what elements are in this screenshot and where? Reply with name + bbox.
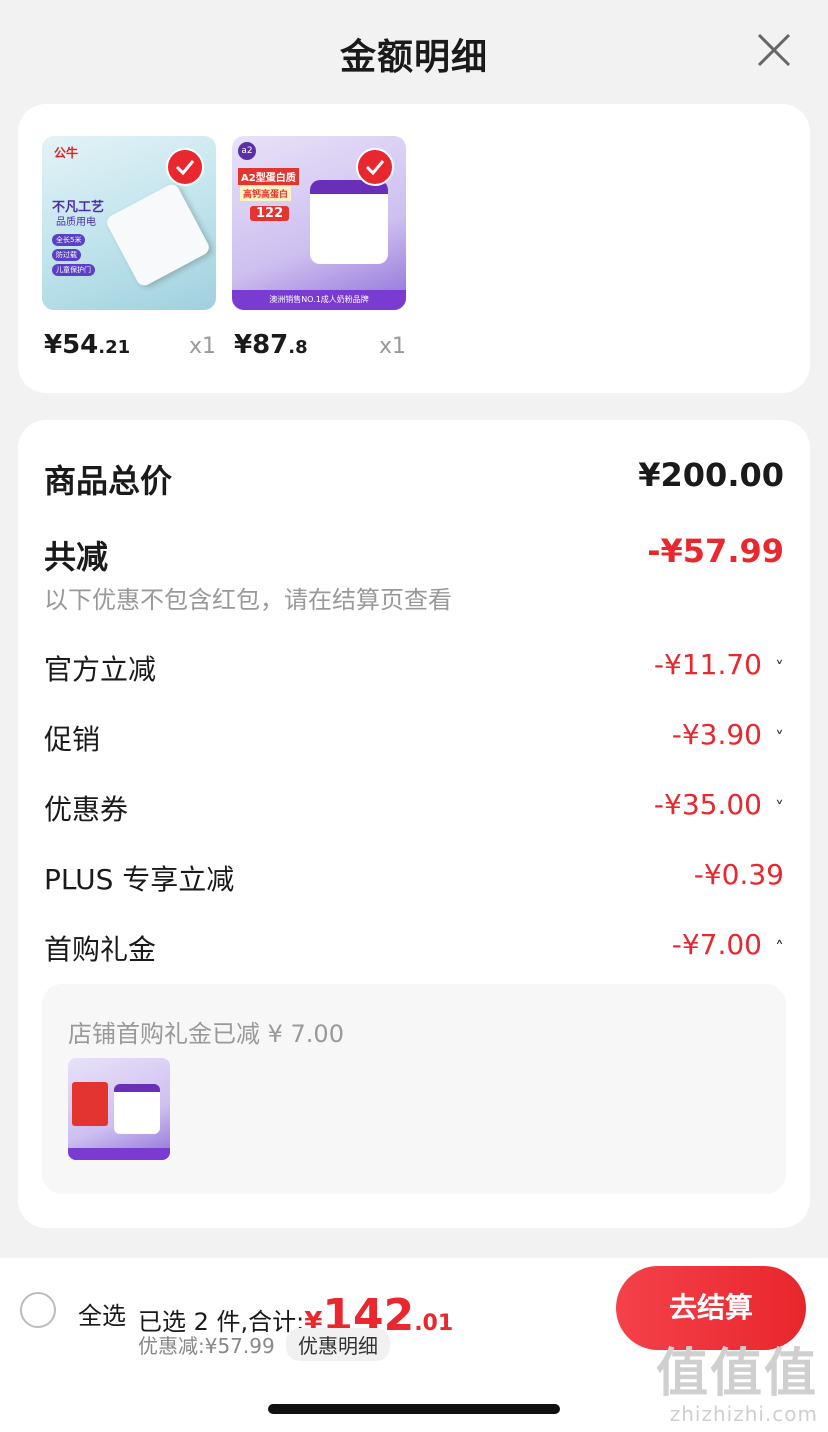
products-card: 公牛 不凡工艺 品质用电 全长5米 防过载 儿童保护门 ¥54.21 x1 a2… [18,104,810,393]
total-price-value: ¥200.00 [638,456,784,494]
discount-label: 优惠券 [44,793,129,826]
discount-value: -¥0.39 [693,858,784,891]
sheet-title: 金额明细 [339,37,488,78]
total-reduce-value: -¥57.99 [647,532,784,570]
promo-tag: 全长5米 [52,234,86,246]
checkout-bar: 全选 已选 2 件,合计:¥142.01 优惠减:¥57.99 优惠明细 去结算… [0,1258,828,1432]
discount-label: 促销 [44,723,101,756]
milk-can-graphic [310,180,388,264]
discount-value: -¥35.00 ˅ [653,788,784,821]
gift-product-image [68,1058,170,1160]
sheet-header: 金额明细 [0,0,828,100]
amount-detail-sheet: 金额明细 公牛 不凡工艺 品质用电 全长5米 防过载 儿童保护门 ¥54.21 … [0,0,828,1258]
price-details-card: 商品总价 ¥200.00 共减 -¥57.99 以下优惠不包含红包，请在结算页查… [18,420,810,1228]
product-price: ¥54.21 [44,330,131,360]
discount-row-promotion[interactable]: 促销 -¥3.90 ˅ [44,718,784,758]
discount-row-plus: PLUS 专享立减 -¥0.39 [44,858,784,898]
promo-sub: 高钙高蛋白 [240,186,292,201]
red-promo-block [72,1082,108,1126]
promo-footer-bar [68,1148,170,1160]
milk-can-graphic [114,1084,160,1134]
site-watermark: 值值值 zhizhizhi.com [655,1344,818,1426]
total-price-row: 商品总价 ¥200.00 [44,456,784,500]
discount-summary: 优惠减:¥57.99 [138,1334,275,1358]
product-item[interactable]: a2 A2型蛋白质 高钙高蛋白 122 澳洲销售NO.1成人奶粉品牌 ¥87.8… [232,136,406,366]
select-all-label[interactable]: 全选 [78,1296,126,1331]
discount-row-coupon[interactable]: 优惠券 -¥35.00 ˅ [44,788,784,828]
discount-row-first-purchase[interactable]: 首购礼金 -¥7.00 ˄ [44,928,784,968]
discount-label: PLUS 专享立减 [44,863,235,896]
discount-value: -¥3.90 ˅ [671,718,784,751]
promo-title: A2型蛋白质 [238,168,299,185]
power-strip-graphic [104,181,212,289]
promo-tag: 儿童保护门 [52,264,95,276]
chevron-down-icon: ˅ [775,658,784,679]
first-purchase-gift-box: 店铺首购礼金已减 ¥ 7.00 [42,984,786,1194]
discount-note: 以下优惠不包含红包，请在结算页查看 [44,586,452,614]
checkout-button[interactable]: 去结算 [616,1266,806,1350]
product-quantity: x1 [378,334,406,359]
promo-tag: 防过载 [52,249,81,261]
total-price-label: 商品总价 [44,462,173,500]
promo-sub: 品质用电 [56,217,96,228]
promo-footer: 澳洲销售NO.1成人奶粉品牌 [232,290,406,310]
promo-value: 122 [250,206,290,221]
total-reduce-label: 共减 [44,538,109,576]
discount-label: 首购礼金 [44,933,157,966]
chevron-down-icon: ˅ [775,728,784,749]
select-all-radio[interactable] [20,1292,56,1328]
checkmark-icon [166,148,204,186]
discount-value: -¥11.70 ˅ [653,648,784,681]
chevron-up-icon: ˄ [775,938,784,959]
checkmark-icon [356,148,394,186]
chevron-down-icon: ˅ [775,798,784,819]
product-image: a2 A2型蛋白质 高钙高蛋白 122 澳洲销售NO.1成人奶粉品牌 [232,136,406,310]
discount-value: -¥7.00 ˄ [671,928,784,961]
home-indicator[interactable] [268,1404,560,1414]
discount-row-official[interactable]: 官方立减 -¥11.70 ˅ [44,648,784,688]
product-item[interactable]: 公牛 不凡工艺 品质用电 全长5米 防过载 儿童保护门 ¥54.21 x1 [42,136,216,366]
gift-text: 店铺首购礼金已减 ¥ 7.00 [68,1020,344,1048]
product-image: 公牛 不凡工艺 品质用电 全长5米 防过载 儿童保护门 [42,136,216,310]
brand-logo: 公牛 [54,146,79,160]
product-price: ¥87.8 [234,330,308,360]
brand-logo: a2 [238,142,256,160]
discount-label: 官方立减 [44,653,157,686]
close-icon[interactable] [756,32,792,68]
discount-detail-button[interactable]: 优惠明细 [286,1328,390,1361]
total-reduce-row: 共减 -¥57.99 [44,532,784,576]
product-quantity: x1 [188,334,216,359]
